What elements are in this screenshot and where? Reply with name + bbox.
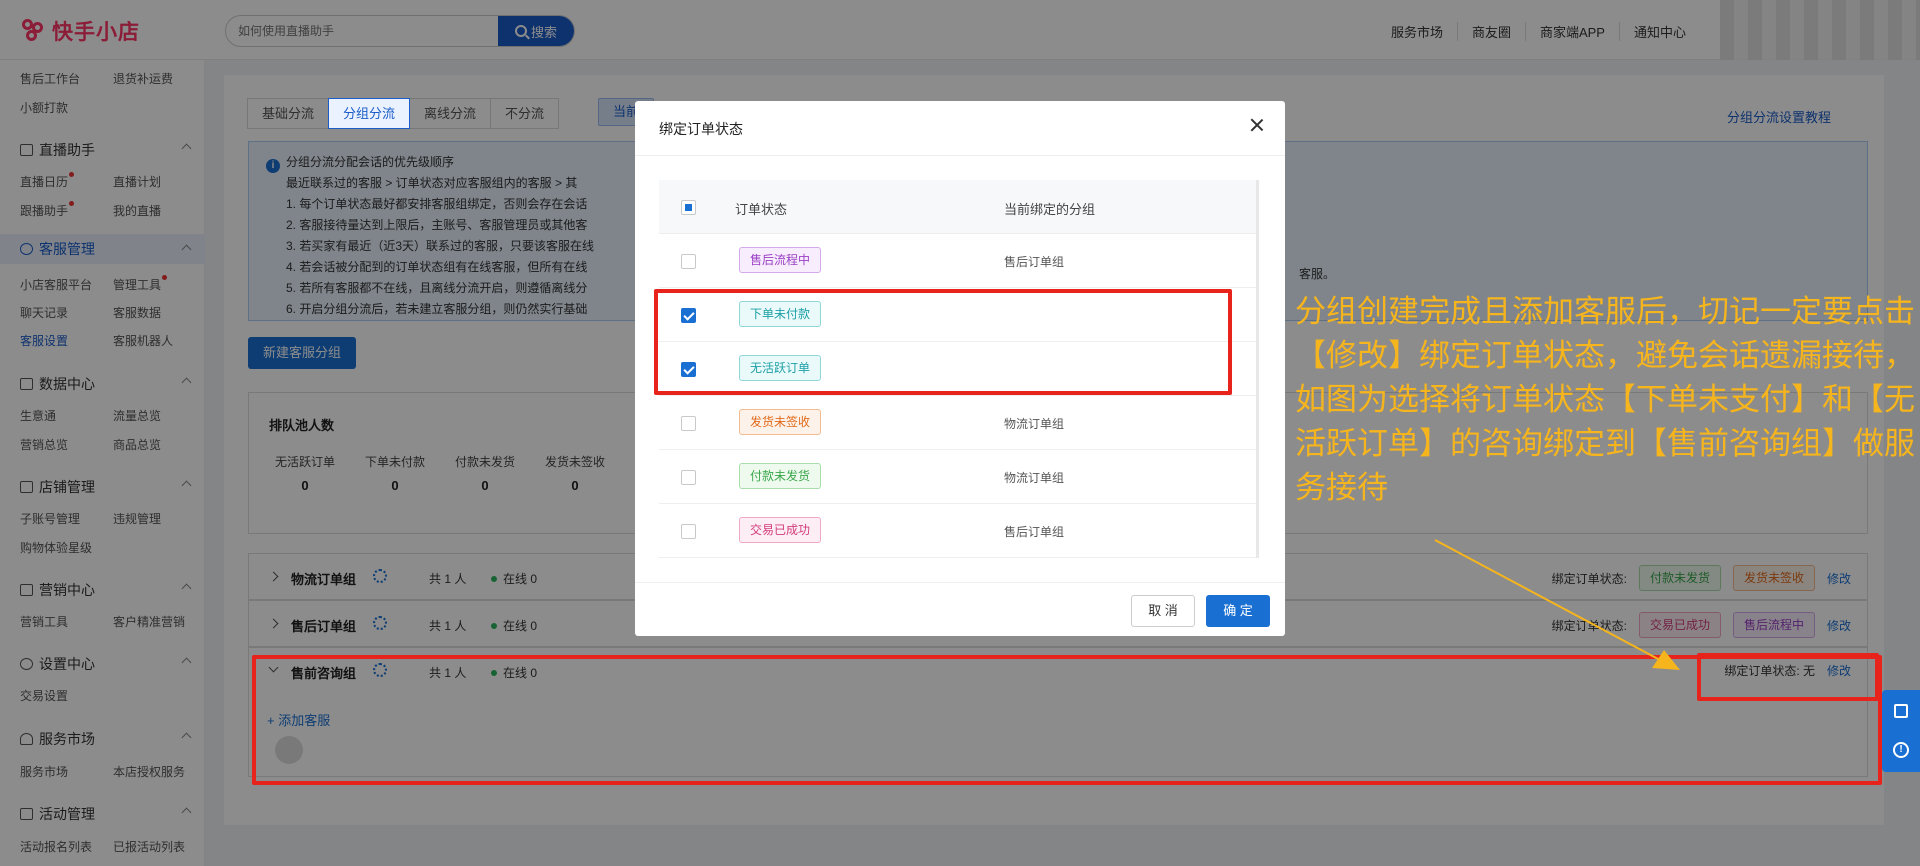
- select-all-checkbox[interactable]: [681, 200, 696, 215]
- row-checkbox[interactable]: [681, 470, 696, 485]
- annotation-text: 分组创建完成且添加客服后，切记一定要点击【修改】绑定订单状态，避免会话遗漏接待，…: [1295, 294, 1915, 506]
- divider: [635, 155, 1285, 156]
- table-row: 付款未发货 物流订单组: [659, 450, 1256, 504]
- row-checkbox[interactable]: [681, 524, 696, 539]
- bound-group: 物流订单组: [1004, 417, 1065, 431]
- status-tag: 交易已成功: [739, 517, 822, 543]
- modal-title: 绑定订单状态: [659, 121, 743, 137]
- highlight-box-bind-status: [1697, 653, 1879, 701]
- status-tag: 售后流程中: [739, 247, 822, 273]
- divider: [635, 582, 1285, 583]
- floating-toolbar: !: [1882, 690, 1920, 772]
- table-row: 售后流程中 售后订单组: [659, 234, 1256, 288]
- col-order-status: 订单状态: [735, 202, 788, 217]
- table-row: 交易已成功 售后订单组: [659, 504, 1256, 558]
- bound-group: 售后订单组: [1004, 255, 1065, 269]
- edit-icon[interactable]: [1894, 704, 1908, 718]
- info-icon[interactable]: !: [1893, 742, 1909, 758]
- confirm-button[interactable]: 确 定: [1206, 595, 1270, 627]
- highlight-box-selected-rows: [654, 289, 1232, 395]
- row-checkbox[interactable]: [681, 254, 696, 269]
- status-tag: 付款未发货: [739, 463, 822, 489]
- status-tag: 发货未签收: [739, 409, 822, 435]
- col-current-group: 当前绑定的分组: [1004, 202, 1096, 217]
- cancel-button[interactable]: 取 消: [1131, 595, 1195, 627]
- bound-group: 售后订单组: [1004, 525, 1065, 539]
- bound-group: 物流订单组: [1004, 471, 1065, 485]
- row-checkbox[interactable]: [681, 416, 696, 431]
- table-header: 订单状态 当前绑定的分组: [659, 180, 1256, 234]
- table-row: 发货未签收 物流订单组: [659, 396, 1256, 450]
- tab-group-dispatch[interactable]: 分组分流: [328, 98, 411, 129]
- close-icon[interactable]: [1249, 117, 1265, 133]
- highlight-box-presales-group: [252, 655, 1882, 785]
